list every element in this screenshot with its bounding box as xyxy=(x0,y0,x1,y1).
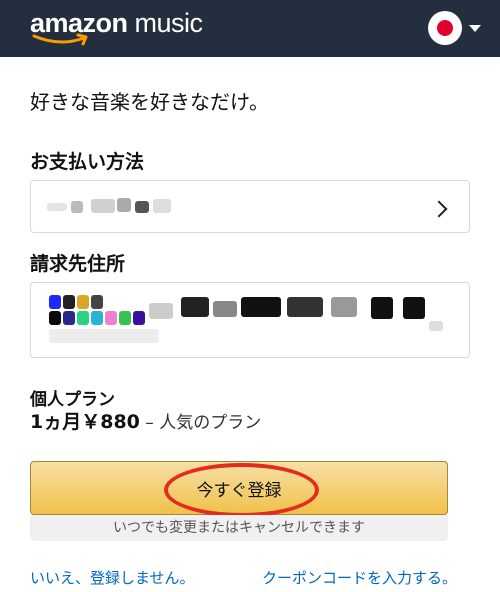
redacted-block xyxy=(63,295,75,309)
subscribe-now-button[interactable]: 今すぐ登録 xyxy=(30,461,448,515)
logo-word-music: music xyxy=(127,8,204,38)
redacted-block xyxy=(429,321,443,331)
redacted-block xyxy=(105,311,117,325)
redacted-block xyxy=(49,295,61,309)
redacted-block xyxy=(91,295,103,309)
plan-price-line: 1ヵ月￥880 – 人気のプラン xyxy=(30,407,261,434)
redacted-block xyxy=(149,303,173,319)
redacted-block xyxy=(213,301,237,317)
billing-address-field[interactable] xyxy=(30,282,470,358)
redacted-block xyxy=(135,201,149,213)
cancel-anytime-note: いつでも変更またはキャンセルできます xyxy=(30,515,448,541)
payment-method-field[interactable] xyxy=(30,180,470,233)
redacted-block xyxy=(77,311,89,325)
redacted-block xyxy=(49,329,159,343)
redacted-block xyxy=(371,297,393,319)
tagline: 好きな音楽を好きなだけ。 xyxy=(30,90,269,114)
redacted-block xyxy=(91,311,103,325)
redacted-block xyxy=(331,297,357,317)
redacted-block xyxy=(241,297,281,317)
caret-down-icon xyxy=(469,25,481,32)
payment-method-title: お支払い方法 xyxy=(30,151,145,173)
amazon-smile-icon xyxy=(32,33,88,46)
redacted-block xyxy=(153,199,171,213)
plan-price: 1ヵ月￥880 xyxy=(30,411,140,433)
redacted-block xyxy=(63,311,75,325)
redacted-block xyxy=(287,297,323,317)
redacted-block xyxy=(77,295,89,309)
plan-note: – 人気のプラン xyxy=(139,413,262,433)
redacted-block xyxy=(133,311,145,325)
billing-address-title: 請求先住所 xyxy=(30,253,126,275)
amazon-music-logo[interactable]: amazon music xyxy=(30,8,204,48)
redacted-block xyxy=(119,311,131,325)
redacted-block xyxy=(49,311,61,325)
redacted-block xyxy=(181,297,209,317)
redacted-block xyxy=(71,201,83,213)
redacted-block xyxy=(91,199,115,213)
japan-flag-icon xyxy=(428,11,462,45)
app-header: amazon music xyxy=(0,0,500,57)
redacted-block xyxy=(403,297,425,319)
flag-sun xyxy=(437,20,453,36)
decline-link[interactable]: いいえ、登録しません。 xyxy=(30,567,195,588)
chevron-right-icon xyxy=(430,200,448,218)
subscribe-now-label: 今すぐ登録 xyxy=(196,480,282,501)
coupon-code-link[interactable]: クーポンコードを入力する。 xyxy=(262,567,457,588)
redacted-block xyxy=(47,203,67,211)
country-selector[interactable] xyxy=(428,11,488,47)
redacted-block xyxy=(117,198,131,212)
